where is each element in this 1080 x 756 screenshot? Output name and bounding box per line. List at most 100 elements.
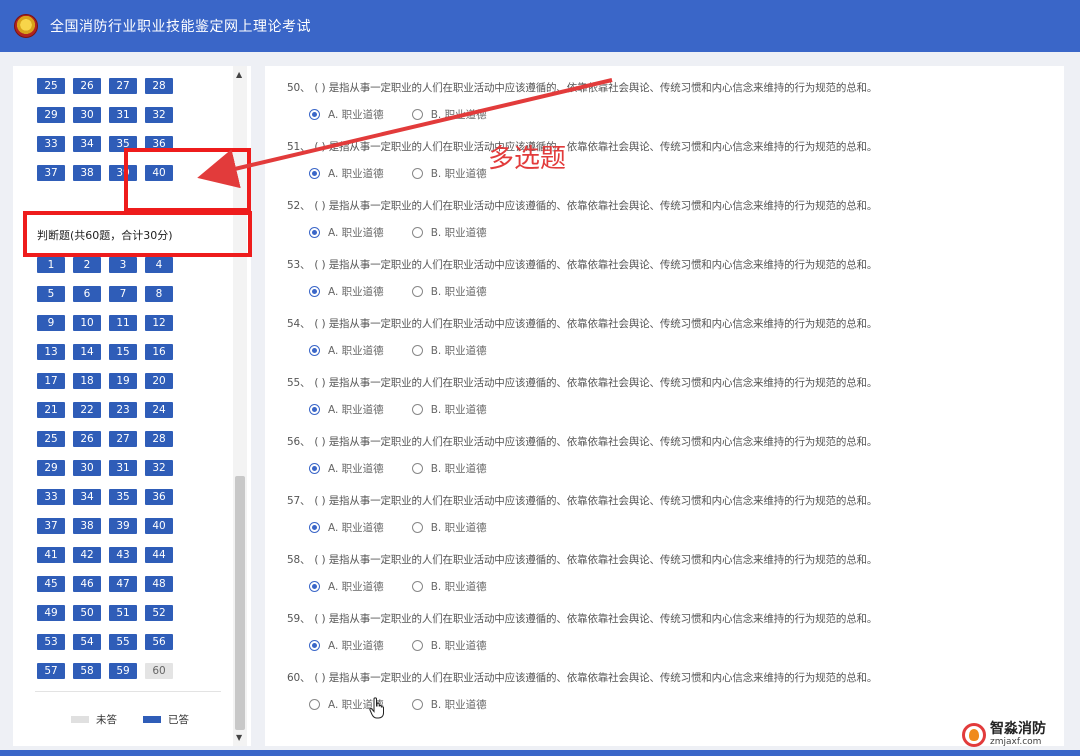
question-number-button[interactable]: 36 [145, 136, 173, 152]
question-number-button[interactable]: 14 [73, 344, 101, 360]
radio-circle-icon[interactable] [411, 168, 423, 179]
question-number-button[interactable]: 34 [73, 136, 101, 152]
question-number-button[interactable]: 8 [145, 286, 173, 302]
question-number-button[interactable]: 60 [145, 663, 173, 679]
option-a-radio[interactable]: A. 职业道德 [309, 284, 384, 299]
sidebar-scrollbar[interactable]: ▲ ▼ [233, 66, 247, 746]
option-b-radio[interactable]: B. 职业道德 [411, 638, 487, 653]
question-number-button[interactable]: 59 [109, 663, 137, 679]
question-number-button[interactable]: 39 [109, 165, 137, 181]
radio-circle-icon[interactable] [309, 109, 320, 120]
question-number-button[interactable]: 52 [145, 605, 173, 621]
question-number-button[interactable]: 40 [145, 518, 173, 534]
question-number-button[interactable]: 28 [145, 431, 173, 447]
question-number-button[interactable]: 38 [73, 165, 101, 181]
question-number-button[interactable]: 25 [37, 78, 65, 94]
radio-circle-icon[interactable] [411, 699, 423, 710]
question-number-button[interactable]: 56 [145, 634, 173, 650]
question-number-button[interactable]: 10 [73, 315, 101, 331]
question-number-button[interactable]: 41 [37, 547, 65, 563]
question-number-button[interactable]: 57 [37, 663, 65, 679]
option-a-radio[interactable]: A. 职业道德 [309, 461, 384, 476]
radio-circle-icon[interactable] [411, 522, 423, 533]
question-number-button[interactable]: 1 [37, 257, 65, 273]
question-number-button[interactable]: 9 [37, 315, 65, 331]
question-number-button[interactable]: 47 [109, 576, 137, 592]
option-b-radio[interactable]: B. 职业道德 [411, 402, 487, 417]
option-a-radio[interactable]: A. 职业道德 [309, 225, 384, 240]
question-number-button[interactable]: 37 [37, 518, 65, 534]
radio-circle-icon[interactable] [411, 286, 423, 297]
question-number-button[interactable]: 34 [73, 489, 101, 505]
question-number-button[interactable]: 26 [73, 78, 101, 94]
scroll-down-arrow-icon[interactable]: ▼ [236, 733, 242, 742]
radio-circle-icon[interactable] [411, 109, 423, 120]
question-number-button[interactable]: 2 [73, 257, 101, 273]
option-a-radio[interactable]: A. 职业道德 [309, 579, 384, 594]
question-number-button[interactable]: 43 [109, 547, 137, 563]
option-a-radio[interactable]: A. 职业道德 [309, 520, 384, 535]
radio-circle-icon[interactable] [309, 227, 320, 238]
radio-circle-icon[interactable] [309, 581, 320, 592]
question-number-button[interactable]: 25 [37, 431, 65, 447]
question-number-button[interactable]: 54 [73, 634, 101, 650]
question-number-button[interactable]: 24 [145, 402, 173, 418]
question-number-button[interactable]: 28 [145, 78, 173, 94]
option-b-radio[interactable]: B. 职业道德 [411, 461, 487, 476]
option-a-radio[interactable]: A. 职业道德 [309, 166, 384, 181]
question-number-button[interactable]: 18 [73, 373, 101, 389]
radio-circle-icon[interactable] [309, 345, 320, 356]
question-number-button[interactable]: 39 [109, 518, 137, 534]
question-number-button[interactable]: 27 [109, 78, 137, 94]
question-number-button[interactable]: 4 [145, 257, 173, 273]
question-number-button[interactable]: 17 [37, 373, 65, 389]
radio-circle-icon[interactable] [309, 463, 320, 474]
question-number-button[interactable]: 21 [37, 402, 65, 418]
question-number-button[interactable]: 5 [37, 286, 65, 302]
question-number-button[interactable]: 30 [73, 460, 101, 476]
question-number-button[interactable]: 29 [37, 107, 65, 123]
radio-circle-icon[interactable] [309, 168, 320, 179]
radio-circle-icon[interactable] [411, 227, 423, 238]
radio-circle-icon[interactable] [411, 581, 423, 592]
question-number-button[interactable]: 13 [37, 344, 65, 360]
option-b-radio[interactable]: B. 职业道德 [411, 697, 487, 712]
scroll-up-arrow-icon[interactable]: ▲ [236, 70, 242, 79]
option-b-radio[interactable]: B. 职业道德 [411, 343, 487, 358]
option-a-radio[interactable]: A. 职业道德 [309, 343, 384, 358]
option-a-radio[interactable]: A. 职业道德 [309, 107, 384, 122]
question-number-button[interactable]: 31 [109, 460, 137, 476]
question-number-button[interactable]: 38 [73, 518, 101, 534]
radio-circle-icon[interactable] [411, 463, 423, 474]
option-b-radio[interactable]: B. 职业道德 [411, 520, 487, 535]
question-number-button[interactable]: 27 [109, 431, 137, 447]
option-b-radio[interactable]: B. 职业道德 [411, 284, 487, 299]
option-b-radio[interactable]: B. 职业道德 [411, 107, 487, 122]
radio-circle-icon[interactable] [309, 522, 320, 533]
question-number-button[interactable]: 23 [109, 402, 137, 418]
question-number-button[interactable]: 45 [37, 576, 65, 592]
question-number-button[interactable]: 55 [109, 634, 137, 650]
question-number-button[interactable]: 37 [37, 165, 65, 181]
question-number-button[interactable]: 35 [109, 489, 137, 505]
question-number-button[interactable]: 48 [145, 576, 173, 592]
question-number-button[interactable]: 7 [109, 286, 137, 302]
question-number-button[interactable]: 15 [109, 344, 137, 360]
option-b-radio[interactable]: B. 职业道德 [411, 166, 487, 181]
question-number-button[interactable]: 32 [145, 460, 173, 476]
question-number-button[interactable]: 12 [145, 315, 173, 331]
question-number-button[interactable]: 30 [73, 107, 101, 123]
question-number-button[interactable]: 42 [73, 547, 101, 563]
option-a-radio[interactable]: A. 职业道德 [309, 638, 384, 653]
radio-circle-icon[interactable] [309, 404, 320, 415]
question-number-button[interactable]: 46 [73, 576, 101, 592]
question-number-button[interactable]: 16 [145, 344, 173, 360]
option-a-radio[interactable]: A. 职业道德 [309, 402, 384, 417]
question-number-button[interactable]: 36 [145, 489, 173, 505]
question-number-button[interactable]: 31 [109, 107, 137, 123]
radio-circle-icon[interactable] [309, 286, 320, 297]
radio-circle-icon[interactable] [411, 640, 423, 651]
question-number-button[interactable]: 11 [109, 315, 137, 331]
question-number-button[interactable]: 6 [73, 286, 101, 302]
question-number-button[interactable]: 53 [37, 634, 65, 650]
